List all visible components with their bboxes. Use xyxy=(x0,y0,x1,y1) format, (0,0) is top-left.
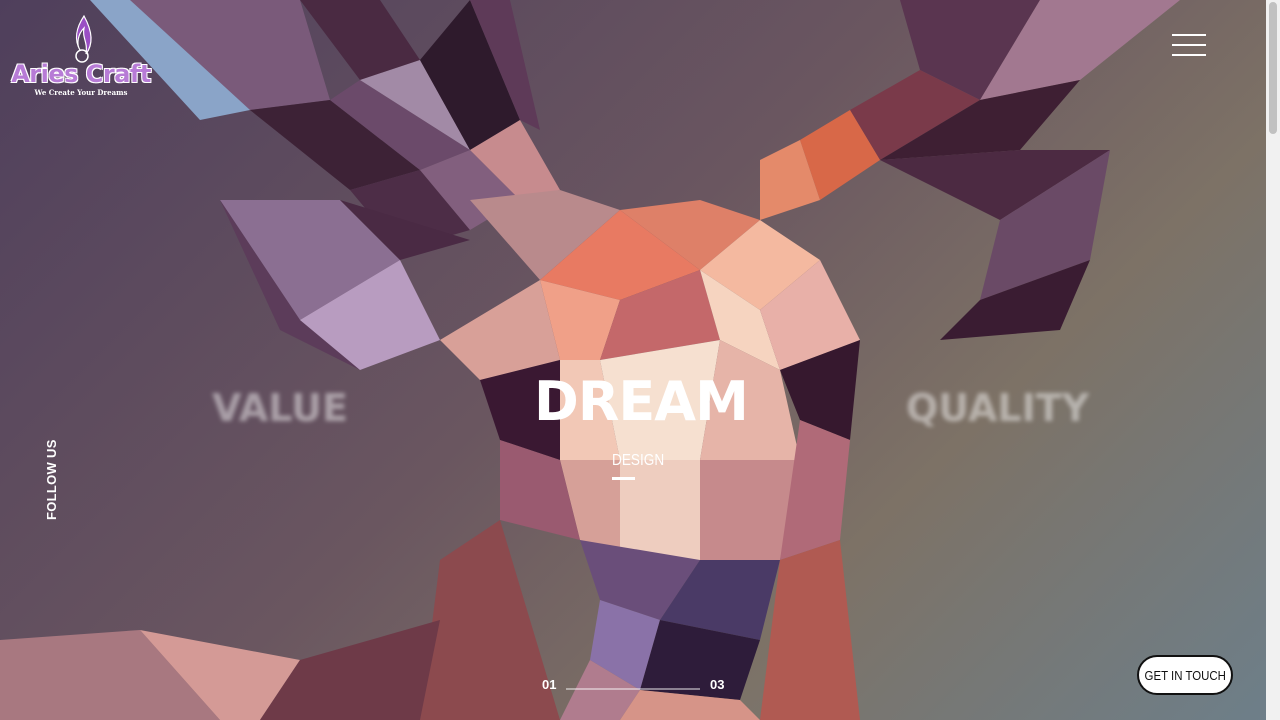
follow-us-label[interactable]: FOLLOW US xyxy=(44,439,59,520)
lowpoly-deer-illustration xyxy=(0,0,1180,720)
brand-logo[interactable]: Aries Craft We Create Your Dreams xyxy=(8,14,154,98)
scrollbar-thumb[interactable] xyxy=(1269,2,1277,134)
slide-category-link[interactable]: DESIGN xyxy=(612,452,664,470)
brand-name: Aries Craft xyxy=(11,60,151,88)
pager-end-number: 03 xyxy=(710,677,725,692)
pager-start-number: 01 xyxy=(542,677,557,692)
get-in-touch-label: GET IN TOUCH xyxy=(1144,667,1226,683)
slide-word-previous[interactable]: VALUE xyxy=(212,386,348,430)
brand-tagline: We Create Your Dreams xyxy=(34,88,128,97)
page-scrollbar[interactable] xyxy=(1266,0,1280,720)
slide-word-next[interactable]: QUALITY xyxy=(906,386,1089,430)
hamburger-menu-icon[interactable] xyxy=(1172,34,1206,58)
get-in-touch-button[interactable]: GET IN TOUCH xyxy=(1137,655,1233,695)
hero-section xyxy=(0,0,1266,720)
pager-progress-track[interactable] xyxy=(566,688,700,690)
flame-logo-icon xyxy=(75,14,92,63)
slide-category-underline xyxy=(612,477,635,480)
slide-word-current: DREAM xyxy=(534,370,749,433)
